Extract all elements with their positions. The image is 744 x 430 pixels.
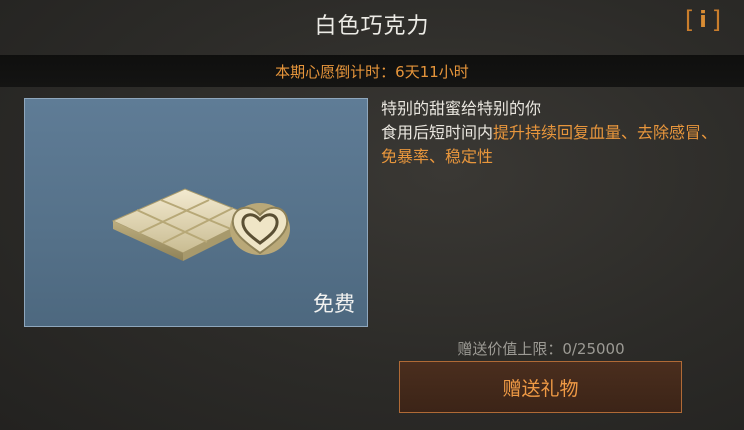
send-gift-label: 赠送礼物 [502, 377, 579, 400]
header: 白色巧克力 [ i ] [0, 0, 744, 50]
send-gift-button[interactable]: 赠送礼物 [399, 361, 682, 413]
item-description: 特别的甜蜜给特别的你 食用后短时间内提升持续回复血量、去除感冒、免暴率、稳定性 [381, 97, 726, 169]
countdown-text: 本期心愿倒计时：6天11小时 [275, 62, 469, 81]
info-icon: i [699, 7, 707, 33]
white-chocolate-image [111, 188, 290, 261]
info-button[interactable]: [ i ] [683, 5, 723, 35]
price-label: 免费 [313, 292, 355, 316]
description-line-1: 特别的甜蜜给特别的你 [381, 99, 542, 118]
description-prefix: 食用后短时间内 [381, 123, 494, 142]
countdown-bar: 本期心愿倒计时：6天11小时 [0, 55, 744, 87]
gift-limit-text: 赠送价值上限：0/25000 [457, 340, 625, 358]
page-title: 白色巧克力 [314, 14, 430, 39]
description-line-2: 食用后短时间内提升持续回复血量、去除感冒、免暴率、稳定性 [381, 121, 726, 169]
item-panel: 免费 [24, 98, 368, 327]
